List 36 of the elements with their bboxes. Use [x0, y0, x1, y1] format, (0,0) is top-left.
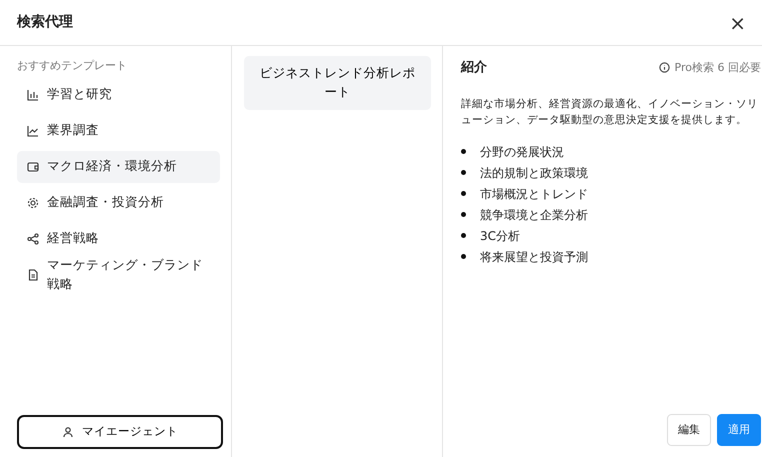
- sidebar-item[interactable]: 業界調査: [17, 114, 220, 146]
- apply-button[interactable]: 適用: [717, 414, 761, 446]
- info-icon: [658, 62, 670, 74]
- bullet-point: 法的規制と政策環境: [480, 164, 588, 182]
- bullet-point: 競争環境と企業分析: [480, 206, 588, 224]
- bullet-icon: [461, 170, 466, 176]
- bullet-icon: [461, 149, 466, 154]
- bullet-point: 市場概況とトレンド: [480, 186, 588, 203]
- bullet-icon: [461, 254, 466, 260]
- chart-bar-icon: [27, 88, 39, 100]
- sidebar-item[interactable]: マクロ経済・環境分析: [17, 150, 220, 182]
- bullet-point: 分野の発展状況: [480, 144, 564, 161]
- gear-icon: [27, 196, 39, 208]
- sidebar-item[interactable]: 経営戦略: [17, 222, 220, 254]
- template-item[interactable]: ビジネストレンド分析レポート: [244, 56, 431, 110]
- window-title: 検索代理: [17, 13, 73, 32]
- bullet-point: 3C分析: [480, 228, 520, 245]
- description: 詳細な市場分析、経営資源の最適化、イノベーション・ソリューション、データ駆動型の意思決定支援を提供します。: [461, 96, 759, 128]
- edit-button[interactable]: 編集: [667, 414, 711, 446]
- sidebar-item[interactable]: 金融調査・投資分析: [17, 186, 220, 218]
- bullet-point: 将来展望と投資予測: [480, 248, 588, 266]
- bullet-icon: [461, 212, 466, 218]
- my-agent-button[interactable]: マイエージェント: [17, 415, 223, 449]
- document-icon: [27, 268, 39, 280]
- person-icon: [62, 426, 74, 438]
- close-button[interactable]: ×: [725, 12, 750, 32]
- bullet-icon: [461, 233, 466, 238]
- chart-line-icon: [27, 124, 39, 136]
- share-icon: [27, 232, 39, 244]
- sidebar-item[interactable]: 学習と研究: [17, 78, 220, 110]
- section-title: 紹介: [461, 59, 487, 77]
- wallet-icon: [27, 160, 39, 172]
- requirement-text: Pro検索 6 回必要: [674, 60, 761, 76]
- bullet-icon: [461, 191, 466, 196]
- section-heading: おすすめテンプレート: [17, 58, 128, 74]
- sidebar-item[interactable]: マーケティング・ブランド戦略: [17, 258, 220, 290]
